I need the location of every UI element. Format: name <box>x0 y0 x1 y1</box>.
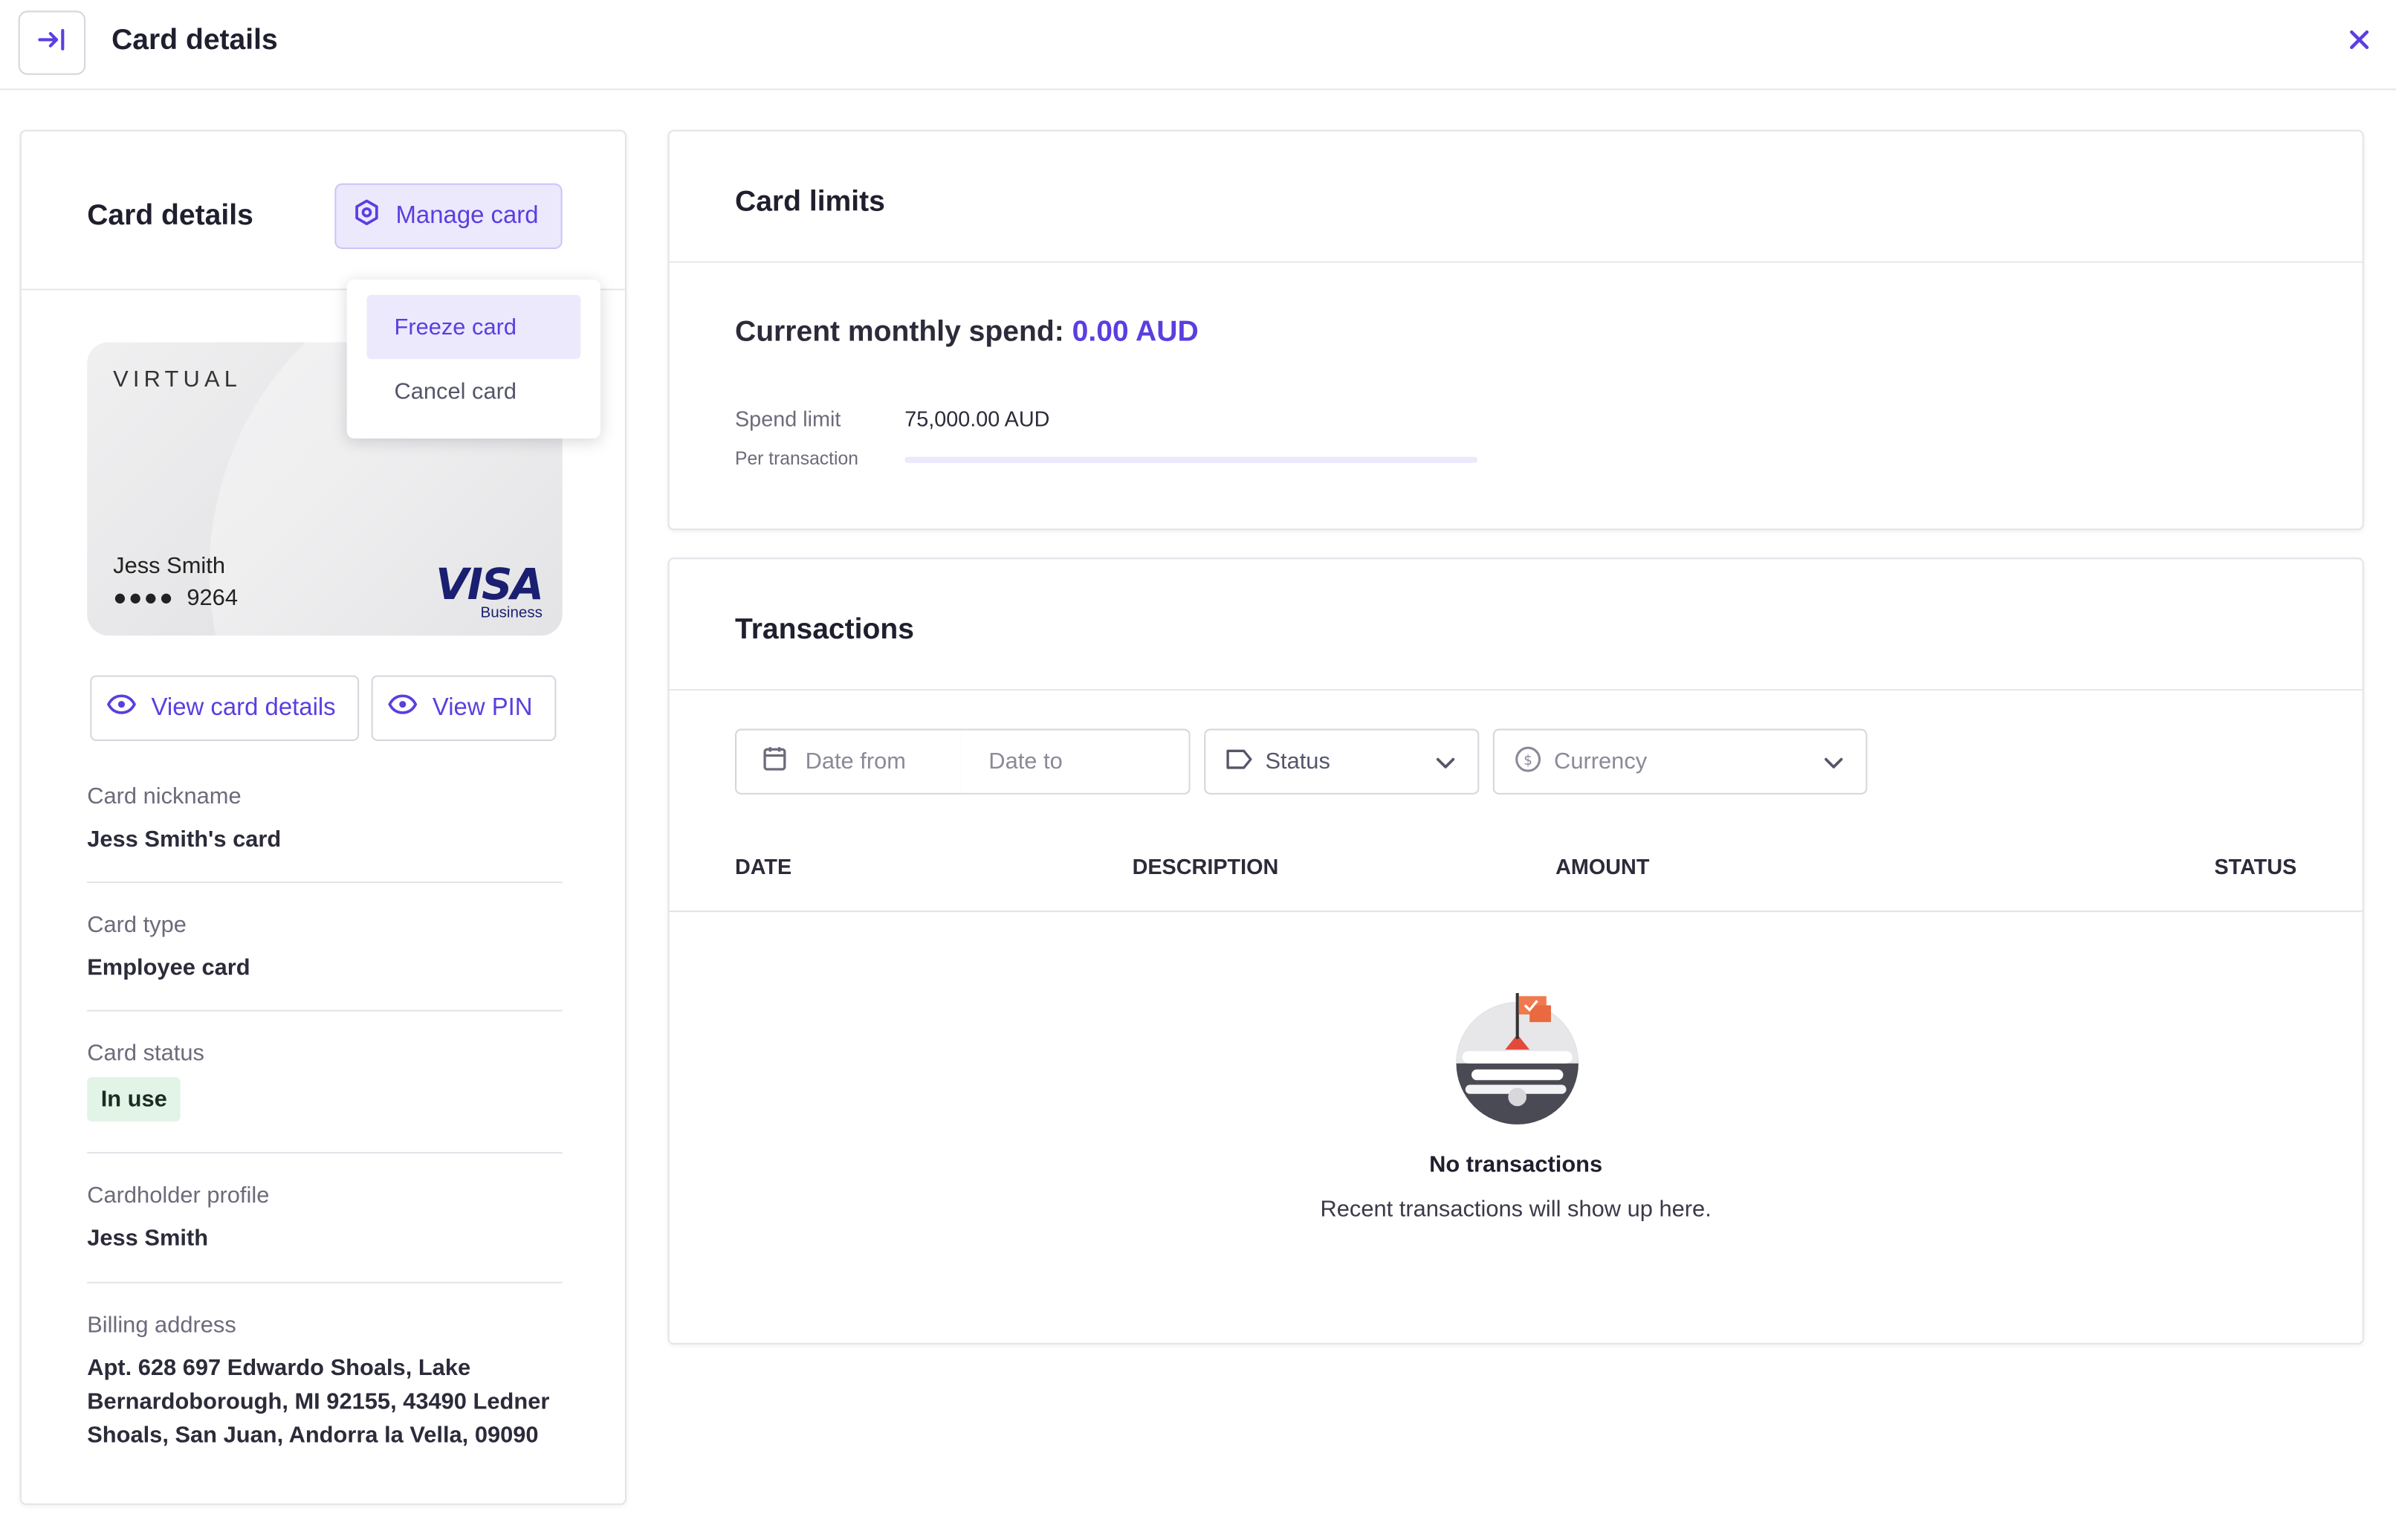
card-nickname-value: Jess Smith's card <box>87 826 282 853</box>
card-details-panel: Card details Manage card Freeze card Can… <box>19 129 627 1505</box>
monthly-spend: Current monthly spend: 0.00 AUD <box>735 317 1199 350</box>
manage-card-menu: Freeze card Cancel card <box>346 279 601 439</box>
visa-business-label: Business <box>480 605 543 622</box>
card-holder-name: Jess Smith <box>113 553 225 580</box>
column-header-status[interactable]: STATUS <box>2214 854 2296 879</box>
card-nickname-label: Card nickname <box>87 783 242 810</box>
spend-limit-progress <box>904 456 1478 463</box>
billing-address-value: Apt. 628 697 Edwardo Shoals, Lake Bernar… <box>87 1355 550 1449</box>
transactions-title: Transactions <box>734 614 914 647</box>
card-limits-header: Card limits <box>669 132 2363 263</box>
tag-icon <box>1225 748 1253 775</box>
collapse-panel-button[interactable] <box>18 10 86 75</box>
page-title: Card details <box>111 24 278 57</box>
card-limits-panel: Card limits Current monthly spend: 0.00 … <box>667 129 2364 531</box>
transactions-panel: Transactions Date from Date to Status $ … <box>667 557 2364 1345</box>
view-card-details-label: View card details <box>151 694 336 721</box>
card-type-field-label: Card type <box>87 912 187 939</box>
empty-state-title: No transactions <box>1429 1151 1603 1178</box>
chevron-down-icon <box>1823 751 1845 779</box>
card-type-field: Card type Employee card <box>87 912 562 986</box>
menu-item-cancel-card[interactable]: Cancel card <box>366 359 580 423</box>
divider <box>87 1281 563 1284</box>
divider <box>87 1151 563 1154</box>
column-header-amount[interactable]: AMOUNT <box>1555 854 1649 879</box>
empty-state-subtitle: Recent transactions will show up here. <box>1320 1196 1712 1223</box>
card-type-value: Employee card <box>87 954 250 981</box>
svg-text:$: $ <box>1524 752 1532 768</box>
cardholder-profile-label: Cardholder profile <box>87 1182 270 1209</box>
status-select[interactable]: Status <box>1204 728 1480 795</box>
card-status-field: Card status In use <box>87 1041 562 1122</box>
card-limits-title: Card limits <box>734 186 885 219</box>
card-status-label: Card status <box>87 1040 204 1067</box>
close-button[interactable] <box>2341 25 2377 61</box>
divider <box>87 881 563 884</box>
top-bar: Card details <box>0 0 2396 91</box>
close-icon <box>2348 28 2370 57</box>
divider <box>87 1009 563 1012</box>
view-pin-button[interactable]: View PIN <box>371 675 557 741</box>
monthly-spend-label: Current monthly spend: <box>734 316 1064 349</box>
date-from-input[interactable]: Date from <box>734 728 963 795</box>
spend-limit-value: 75,000.00 AUD <box>904 406 1050 431</box>
status-select-label: Status <box>1265 748 1330 775</box>
column-header-date[interactable]: DATE <box>735 854 791 879</box>
empty-state-illustration <box>1453 987 1581 1128</box>
collapse-panel-icon <box>36 27 67 59</box>
card-nickname-field: Card nickname Jess Smith's card <box>87 784 562 858</box>
cardholder-profile-value: Jess Smith <box>87 1225 209 1252</box>
card-type-label: VIRTUAL <box>113 366 242 393</box>
card-number: ●●●● 9264 <box>113 585 238 611</box>
spend-limit-label: Spend limit <box>734 406 841 431</box>
spend-limit-sub: Per transaction <box>734 447 858 470</box>
transactions-header: Transactions <box>669 559 2363 691</box>
eye-icon <box>106 693 137 722</box>
column-header-description[interactable]: DESCRIPTION <box>1133 854 1279 879</box>
card-details-header: Card details Manage card <box>21 132 625 291</box>
view-card-details-button[interactable]: View card details <box>90 675 360 741</box>
billing-address-field: Billing address Apt. 628 697 Edwardo Sho… <box>87 1313 553 1453</box>
table-header-divider <box>669 910 2363 913</box>
date-to-input[interactable]: Date to <box>961 728 1191 795</box>
view-pin-label: View PIN <box>432 694 533 721</box>
date-to-placeholder: Date to <box>988 748 1063 775</box>
currency-select-label: Currency <box>1554 748 1648 775</box>
manage-card-button[interactable]: Manage card <box>334 183 563 250</box>
chevron-down-icon <box>1435 751 1457 779</box>
currency-icon: $ <box>1515 745 1542 778</box>
status-badge: In use <box>87 1077 181 1122</box>
currency-select[interactable]: $ Currency <box>1492 728 1868 795</box>
monthly-spend-value: 0.00 AUD <box>1072 316 1199 349</box>
manage-card-label: Manage card <box>395 202 539 229</box>
card-number-mask: ●●●● <box>113 585 175 612</box>
date-from-placeholder: Date from <box>805 748 906 775</box>
card-last4: 9264 <box>187 585 238 612</box>
calendar-icon <box>762 745 787 777</box>
eye-icon <box>388 693 418 722</box>
cardholder-profile-field: Cardholder profile Jess Smith <box>87 1182 562 1256</box>
gear-icon <box>353 198 381 233</box>
visa-logo: VISA <box>436 559 544 610</box>
billing-address-label: Billing address <box>87 1312 236 1339</box>
card-details-title: Card details <box>87 200 253 233</box>
menu-item-freeze-card[interactable]: Freeze card <box>366 294 581 360</box>
